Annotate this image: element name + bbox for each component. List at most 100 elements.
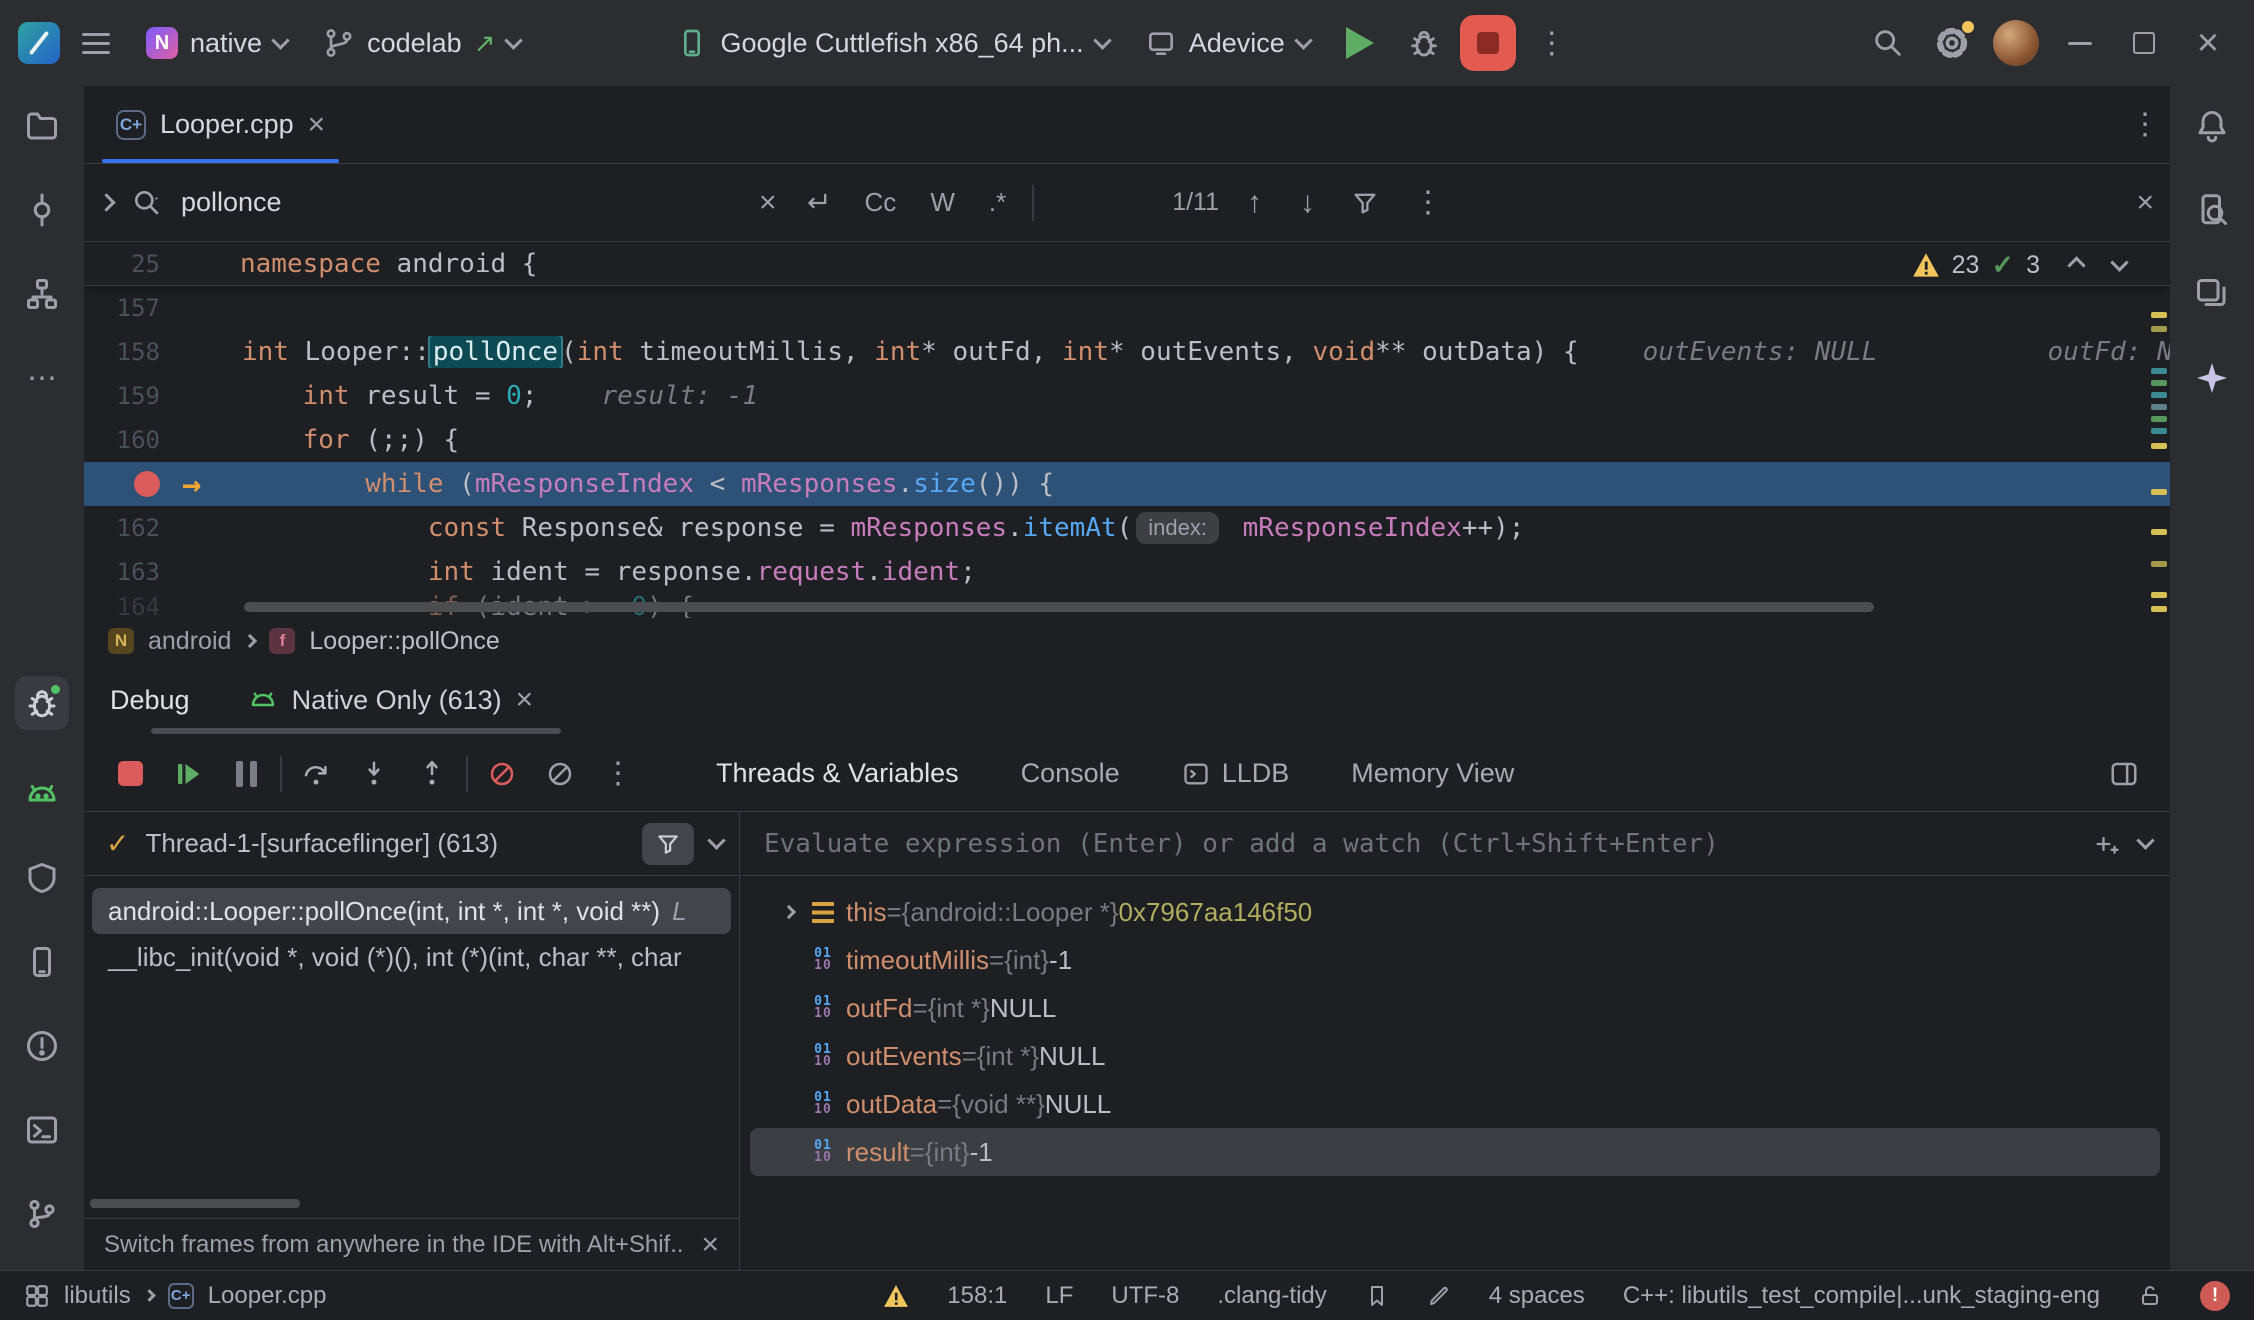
stripe-mark[interactable] (2151, 416, 2167, 422)
stripe-mark[interactable] (2151, 380, 2167, 386)
layout-inspector-tool-button[interactable] (2192, 274, 2232, 314)
step-into-button[interactable] (350, 750, 398, 798)
layout-settings-button[interactable] (2100, 750, 2148, 798)
next-match-button[interactable]: ↓ (1290, 182, 1325, 224)
stripe-mark[interactable] (2151, 443, 2167, 449)
code-line-157[interactable]: 157 (84, 286, 2170, 330)
match-case-toggle[interactable]: Cc (857, 181, 905, 224)
code-line-162[interactable]: 162 const Response& response = mResponse… (84, 506, 2170, 550)
breakpoint-icon[interactable] (134, 471, 160, 497)
run-button[interactable] (1332, 15, 1388, 71)
chevron-down-icon[interactable] (707, 831, 725, 849)
stripe-mark[interactable] (2151, 606, 2167, 612)
code-line-159[interactable]: 159 int result = 0;result: -1 (84, 374, 2170, 418)
more-actions-button[interactable]: ⋮ (1524, 15, 1580, 71)
gutter-line-number[interactable]: 162 (84, 514, 164, 542)
status-file[interactable]: Looper.cpp (208, 1282, 327, 1310)
debug-tool-button[interactable] (15, 676, 69, 730)
file-encoding[interactable]: UTF-8 (1111, 1282, 1179, 1310)
next-problem-chevron[interactable] (2110, 253, 2128, 271)
view-breakpoints-button[interactable] (478, 750, 526, 798)
code-line-158[interactable]: 158int Looper::pollOnce(int timeoutMilli… (84, 330, 2170, 374)
settings-button[interactable] (1924, 15, 1980, 71)
chevron-down-icon[interactable] (2136, 831, 2154, 849)
status-module[interactable]: libutils (64, 1282, 131, 1310)
newline-button[interactable] (795, 183, 839, 223)
tab-threads-variables[interactable]: Threads & Variables (716, 758, 959, 789)
code-editor[interactable]: 25namespace android {157158int Looper::p… (84, 242, 2170, 618)
project-selector[interactable]: N native (132, 17, 301, 69)
search-input[interactable] (181, 187, 741, 218)
code-line-160[interactable]: 160 for (;;) { (84, 418, 2170, 462)
device-explorer-tool-button[interactable] (2192, 190, 2232, 230)
step-out-button[interactable] (408, 750, 456, 798)
editor-horizontal-scrollbar[interactable] (244, 602, 1874, 612)
gutter-line-number[interactable]: 164 (84, 594, 164, 618)
search-more-button[interactable]: ⋮ (1405, 179, 1451, 226)
line-separator[interactable]: LF (1045, 1282, 1073, 1310)
expand-chevron-icon[interactable] (772, 907, 806, 917)
warning-icon[interactable] (883, 1284, 909, 1308)
add-watch-icon[interactable] (2093, 830, 2121, 858)
device-manager-tool-button[interactable] (22, 942, 62, 982)
previous-problem-chevron[interactable] (2067, 256, 2085, 274)
stop-button[interactable] (1460, 15, 1516, 71)
stripe-mark[interactable] (2151, 489, 2167, 495)
gutter-line-number[interactable] (84, 471, 164, 497)
expand-replace-chevron[interactable] (97, 193, 115, 211)
code-line-25[interactable]: 25namespace android { (84, 242, 2170, 286)
gutter-line-number[interactable]: 160 (84, 426, 164, 454)
stop-process-button[interactable] (106, 750, 154, 798)
vcs-tool-button[interactable] (22, 1194, 62, 1234)
variable-row[interactable]: this = {android::Looper *} 0x7967aa146f5… (750, 888, 2160, 936)
structure-tool-button[interactable] (22, 274, 62, 314)
thread-selector[interactable]: ✓ Thread-1-[surfaceflinger] (613) (84, 812, 739, 876)
terminal-tool-button[interactable] (22, 1110, 62, 1150)
highlighting-level-button[interactable] (1427, 1284, 1451, 1308)
indent-setting[interactable]: 4 spaces (1489, 1282, 1585, 1310)
previous-match-button[interactable]: ↑ (1237, 182, 1272, 224)
stripe-mark[interactable] (2151, 312, 2167, 318)
debug-button[interactable] (1396, 15, 1452, 71)
commit-tool-button[interactable] (22, 190, 62, 230)
stripe-mark[interactable] (2151, 529, 2167, 535)
app-quality-insights-tool-button[interactable] (22, 858, 62, 898)
variable-row[interactable]: 0110outEvents = {int *} NULL (750, 1032, 2160, 1080)
stripe-mark[interactable] (2151, 326, 2167, 332)
readonly-toggle[interactable] (2138, 1284, 2162, 1308)
tab-close-icon[interactable]: × (308, 110, 326, 140)
gutter-line-number[interactable]: 159 (84, 382, 164, 410)
debug-more-button[interactable]: ⋮ (594, 750, 642, 798)
run-config-selector[interactable]: Adevice (1131, 17, 1324, 69)
error-stripe[interactable] (2148, 242, 2170, 618)
running-devices-tool-button[interactable] (22, 774, 62, 814)
search-everywhere-button[interactable] (1860, 15, 1916, 71)
mute-breakpoints-button[interactable] (536, 750, 584, 798)
thread-filter-button[interactable] (642, 823, 694, 865)
editor-tab-looper-cpp[interactable]: C+ Looper.cpp × (94, 86, 347, 163)
debug-session-tab[interactable]: Native Only (613) × (248, 685, 534, 716)
error-notification-badge[interactable]: ! (2200, 1281, 2230, 1311)
tab-lldb[interactable]: LLDB (1182, 758, 1290, 789)
more-tool-windows-button[interactable]: ⋯ (22, 358, 62, 398)
main-menu-button[interactable] (68, 15, 124, 71)
variable-row[interactable]: 0110result = {int} -1 (750, 1128, 2160, 1176)
stripe-mark[interactable] (2151, 428, 2167, 434)
tab-strip-scrollbar[interactable] (151, 728, 561, 734)
pause-button[interactable] (222, 750, 270, 798)
project-tool-button[interactable] (22, 106, 62, 146)
debug-window-title[interactable]: Debug (110, 685, 190, 716)
gutter-line-number[interactable]: 157 (84, 294, 164, 322)
gemini-tool-button[interactable] (2192, 358, 2232, 398)
gutter-line-number[interactable]: 163 (84, 558, 164, 586)
stripe-mark[interactable] (2151, 404, 2167, 410)
variable-row[interactable]: 0110timeoutMillis = {int} -1 (750, 936, 2160, 984)
regex-toggle[interactable]: .* (981, 181, 1014, 224)
bookmark-button[interactable] (1365, 1284, 1389, 1308)
gutter-line-number[interactable]: 25 (84, 250, 164, 278)
step-over-button[interactable] (292, 750, 340, 798)
tab-list-more-button[interactable]: ⋮ (2130, 110, 2160, 140)
code-line-163[interactable]: 163 int ident = response.request.ident; (84, 550, 2170, 594)
stack-frame[interactable]: __libc_init(void *, void (*)(), int (*)(… (92, 934, 731, 980)
inspections-widget[interactable]: 23 ✓ 3 (1912, 247, 2126, 283)
